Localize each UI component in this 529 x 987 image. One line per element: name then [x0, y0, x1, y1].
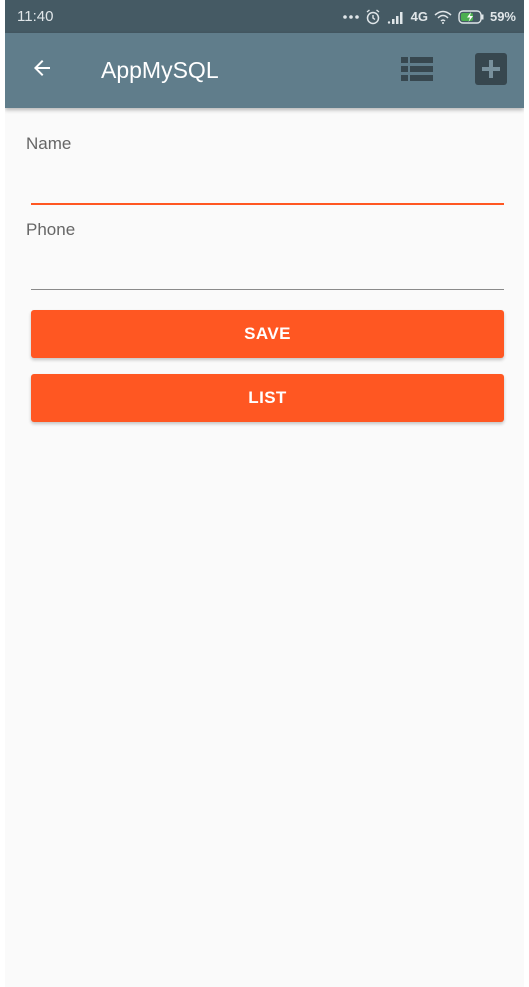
wifi-icon	[434, 10, 452, 24]
phone-input[interactable]	[31, 252, 504, 288]
list-data-button[interactable]: LIST	[31, 374, 504, 422]
more-dots-icon	[342, 14, 359, 20]
app-screen: 11:40 4G 59% AppMySQL Name Phone SAVE LI…	[5, 0, 524, 987]
phone-label: Phone	[26, 220, 76, 239]
add-box-icon	[475, 52, 507, 90]
phone-underline	[31, 289, 504, 290]
app-title: AppMySQL	[101, 57, 219, 83]
status-bar: 11:40 4G 59%	[5, 0, 524, 33]
battery-percent: 59%	[489, 9, 516, 24]
battery-charging-icon	[458, 9, 484, 24]
status-icons: 4G 59%	[342, 8, 516, 25]
list-button[interactable]	[399, 53, 435, 89]
name-label: Name	[26, 134, 72, 153]
name-input[interactable]	[31, 166, 504, 202]
save-button[interactable]: SAVE	[31, 310, 504, 358]
list-icon	[401, 56, 433, 86]
back-button[interactable]	[19, 47, 65, 93]
network-type: 4G	[410, 9, 428, 24]
add-button[interactable]	[473, 52, 509, 90]
arrow-back-icon	[30, 56, 54, 85]
app-toolbar: AppMySQL	[5, 33, 524, 108]
signal-icon	[387, 10, 405, 24]
name-underline	[31, 203, 504, 205]
alarm-icon	[365, 8, 381, 25]
status-time: 11:40	[17, 8, 54, 25]
